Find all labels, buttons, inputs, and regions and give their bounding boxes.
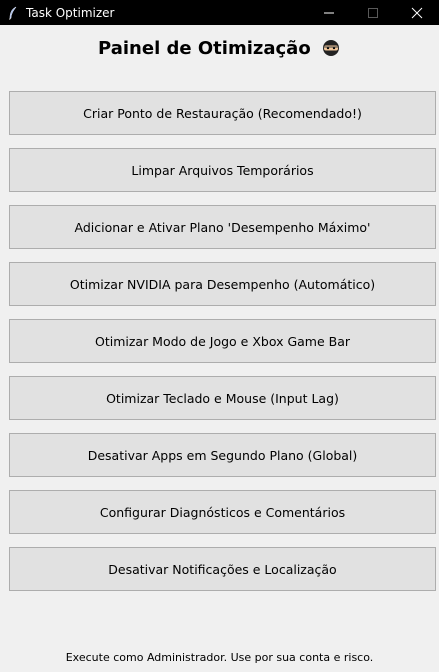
max-performance-plan-button[interactable]: Adicionar e Ativar Plano 'Desempenho Máx… bbox=[9, 205, 436, 249]
create-restore-point-button[interactable]: Criar Ponto de Restauração (Recomendado!… bbox=[9, 91, 436, 135]
feather-pen-icon bbox=[2, 0, 24, 25]
disable-notifications-location-button[interactable]: Desativar Notificações e Localização bbox=[9, 547, 436, 591]
configure-diagnostics-button[interactable]: Configurar Diagnósticos e Comentários bbox=[9, 490, 436, 534]
page-title: Painel de Otimização bbox=[0, 38, 439, 63]
clean-temp-files-button[interactable]: Limpar Arquivos Temporários bbox=[9, 148, 436, 192]
title-bar[interactable]: Task Optimizer bbox=[0, 0, 439, 25]
footer-warning: Execute como Administrador. Use por sua … bbox=[65, 651, 374, 664]
optimize-game-mode-button[interactable]: Otimizar Modo de Jogo e Xbox Game Bar bbox=[9, 319, 436, 363]
window-title: Task Optimizer bbox=[26, 5, 115, 20]
disable-background-apps-button[interactable]: Desativar Apps em Segundo Plano (Global) bbox=[9, 433, 436, 477]
close-icon[interactable] bbox=[395, 0, 439, 25]
page-title-text: Painel de Otimização bbox=[98, 38, 311, 59]
ninja-face-icon bbox=[321, 38, 341, 63]
optimize-nvidia-button[interactable]: Otimizar NVIDIA para Desempenho (Automát… bbox=[9, 262, 436, 306]
window-controls bbox=[307, 0, 439, 25]
maximize-icon[interactable] bbox=[351, 0, 395, 25]
minimize-icon[interactable] bbox=[307, 0, 351, 25]
optimize-keyboard-mouse-button[interactable]: Otimizar Teclado e Mouse (Input Lag) bbox=[9, 376, 436, 420]
